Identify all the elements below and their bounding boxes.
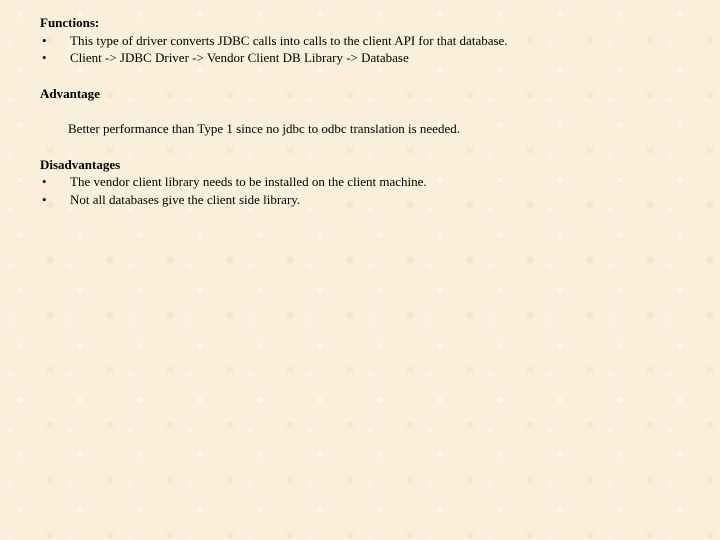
list-item: • This type of driver converts JDBC call… [40,32,700,50]
list-item: • Not all databases give the client side… [40,191,700,209]
advantage-paragraph: Better performance than Type 1 since no … [40,120,700,138]
disadvantages-heading: Disadvantages [40,156,700,174]
bullet-icon: • [40,173,70,191]
functions-list: • This type of driver converts JDBC call… [40,32,700,67]
advantage-heading: Advantage [40,85,700,103]
list-item-text: This type of driver converts JDBC calls … [70,32,700,50]
document-page: Functions: • This type of driver convert… [0,0,700,208]
list-item-text: Not all databases give the client side l… [70,191,700,209]
bullet-icon: • [40,32,70,50]
bullet-icon: • [40,49,70,67]
list-item: • The vendor client library needs to be … [40,173,700,191]
functions-heading: Functions: [40,14,700,32]
list-item-text: Client -> JDBC Driver -> Vendor Client D… [70,49,700,67]
list-item-text: The vendor client library needs to be in… [70,173,700,191]
bullet-icon: • [40,191,70,209]
disadvantages-list: • The vendor client library needs to be … [40,173,700,208]
list-item: • Client -> JDBC Driver -> Vendor Client… [40,49,700,67]
